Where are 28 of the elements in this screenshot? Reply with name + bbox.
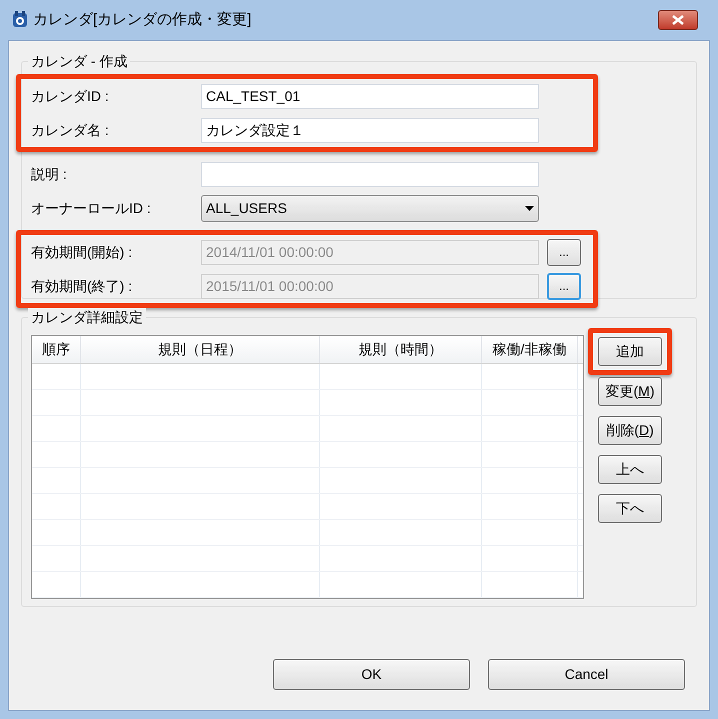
column-header[interactable]: 順序 <box>32 336 81 363</box>
group-title: カレンダ詳細設定 <box>28 308 146 326</box>
text-field[interactable]: CAL_TEST_01 <box>201 84 539 108</box>
field-label: カレンダ名 : <box>31 120 110 140</box>
field-label: カレンダID : <box>31 86 110 106</box>
app-icon <box>11 11 29 29</box>
cancel-button[interactable]: Cancel <box>488 659 685 690</box>
owner-role-dropdown[interactable]: ALL_USERS <box>201 194 539 222</box>
side-button[interactable]: 削除(D) <box>598 416 662 445</box>
text-field[interactable]: カレンダ設定１ <box>201 118 539 142</box>
column-header[interactable]: 稼働/非稼働 <box>482 336 578 363</box>
side-button[interactable]: 追加 <box>598 337 662 366</box>
close-icon <box>672 15 684 25</box>
text-field[interactable] <box>201 162 539 186</box>
field-label: 有効期間(開始) : <box>31 242 134 262</box>
field-label: オーナーロールID : <box>31 198 152 218</box>
side-button[interactable]: 変更(M) <box>598 377 662 406</box>
group-title: カレンダ - 作成 <box>28 52 130 70</box>
dropdown-arrow-icon <box>525 206 534 210</box>
close-button[interactable] <box>658 10 698 30</box>
side-button[interactable]: 上へ <box>598 455 662 484</box>
column-header[interactable]: 規則（日程） <box>81 336 320 363</box>
field-label: 有効期間(終了) : <box>31 276 134 296</box>
window-title: カレンダ[カレンダの作成・変更] <box>33 10 252 30</box>
field-label: 説明 : <box>31 164 68 184</box>
side-button[interactable]: 下へ <box>598 494 662 523</box>
column-header[interactable]: 規則（時間） <box>320 336 482 363</box>
ok-button[interactable]: OK <box>273 659 470 690</box>
